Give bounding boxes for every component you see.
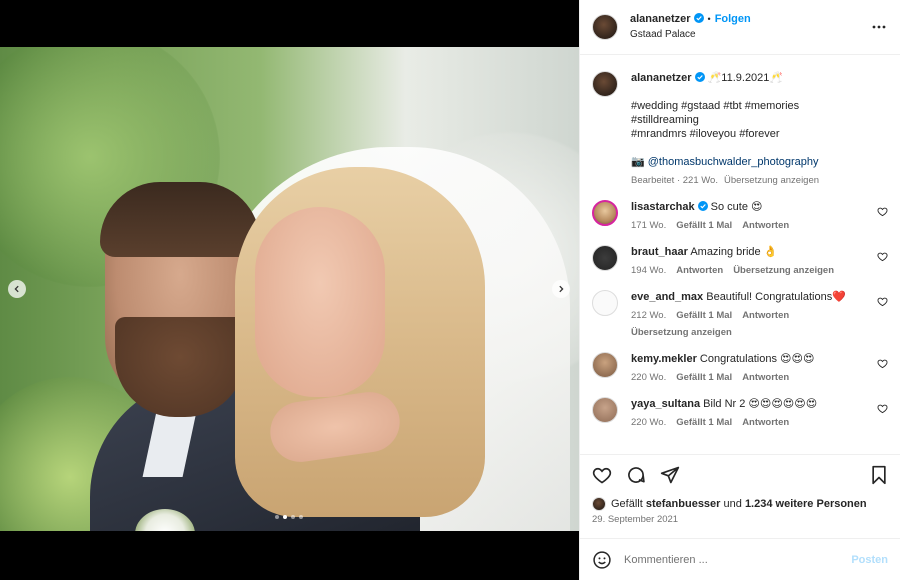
post-action-bar [580,454,900,494]
like-comment-heart-icon[interactable] [877,403,888,414]
comment-text: So cute 😍 [710,201,763,213]
save-button[interactable] [870,465,888,485]
comment-username[interactable]: kemy.mekler [631,353,697,365]
verified-badge-icon [694,72,705,82]
camera-emoji: 📷 [631,156,645,168]
comment-age: 194 Wo. [631,265,667,276]
carousel-dot [275,515,279,519]
comment-text: Congratulations 😍😍😍 [699,353,815,365]
more-options-icon[interactable] [872,20,886,34]
caption-hashtags-line-1[interactable]: #wedding #gstaad #tbt #memories #stilldr… [631,99,866,127]
post-location[interactable]: Gstaad Palace [630,27,751,42]
like-comment-heart-icon[interactable] [877,358,888,369]
likes-prefix: Gefällt [611,498,643,510]
caption-hashtags-line-2[interactable]: #mrandmrs #iloveyou #forever [631,127,866,141]
comment-input[interactable] [624,553,852,566]
comment-reply-button[interactable]: Antworten [742,310,789,321]
comment-reply-button[interactable]: Antworten [676,265,723,276]
paper-plane-icon [660,466,680,483]
heart-icon [592,467,612,483]
comment-translate-link[interactable]: Übersetzung anzeigen [631,327,866,338]
post-date: 29. September 2021 [592,514,679,525]
liker-avatar [592,497,606,511]
post-side-panel: alananetzer • Folgen Gstaad Palace alanane… [579,0,900,580]
comment-reply-button[interactable]: Antworten [742,220,789,231]
comment-text: Amazing bride 👌 [690,246,778,258]
comment-text: Bild Nr 2 😍😍😍😍😍😍 [703,398,818,410]
instagram-post-view: alananetzer • Folgen Gstaad Palace alanane… [0,0,900,580]
verified-badge-icon [697,201,708,211]
comment-likes-link[interactable]: Gefällt 1 Mal [676,372,732,383]
comment-age: 220 Wo. [631,417,667,428]
comment-reply-button[interactable]: Antworten [742,417,789,428]
carousel-dot [283,515,287,519]
comment-username[interactable]: eve_and_max [631,291,703,303]
commenter-avatar[interactable] [592,352,618,378]
chevron-right-icon [559,285,564,293]
comment-age: 220 Wo. [631,372,667,383]
comment-age: 212 Wo. [631,310,667,321]
verified-badge-icon [693,13,704,23]
header-separator: • [707,14,711,24]
commenter-avatar[interactable] [592,245,618,271]
comment-reply-button[interactable]: Antworten [742,372,789,383]
like-comment-heart-icon[interactable] [877,296,888,307]
caption-edited-meta: Bearbeitet · 221 Wo. [631,175,718,186]
like-comment-heart-icon[interactable] [877,251,888,262]
post-header: alananetzer • Folgen Gstaad Palace [580,0,900,55]
post-comment-button[interactable]: Posten [851,554,888,566]
comment-likes-link[interactable]: Gefällt 1 Mal [676,417,732,428]
post-photo[interactable] [0,47,579,531]
comment-button[interactable] [626,465,646,485]
photo-bride-face [255,207,385,397]
like-button[interactable] [592,465,612,485]
commenter-avatar[interactable] [592,397,618,423]
comment-bubble-icon [628,466,645,483]
comments-list: alananetzer 🥂11.9.2021🥂 #wedding #gstaad… [580,55,900,454]
author-avatar[interactable] [592,14,618,40]
comment-row: kemy.mekler Congratulations 😍😍😍 220 Wo. G… [592,352,888,383]
likes-summary[interactable]: Gefällt stefanbuesser und 1.234 weitere … [580,494,900,514]
carousel-dot [299,515,303,519]
carousel-indicator [275,515,303,519]
caption-username[interactable]: alananetzer [631,72,692,84]
liker-username[interactable]: stefanbuesser [646,498,721,510]
follow-button[interactable]: Folgen [715,13,751,25]
photo-groom-hair [100,182,260,257]
author-username[interactable]: alananetzer [630,13,691,25]
carousel-dot [291,515,295,519]
share-button[interactable] [660,465,680,485]
comment-text: Beautiful! Congratulations❤️ [706,291,846,303]
comment-username[interactable]: lisastarchak [631,201,695,213]
comment-likes-link[interactable]: Gefällt 1 Mal [676,310,732,321]
caption-author-avatar[interactable] [592,71,618,97]
like-comment-heart-icon[interactable] [877,206,888,217]
commenter-avatar[interactable] [592,200,618,226]
commenter-avatar[interactable] [592,290,618,316]
comment-row: lisastarchak So cute 😍 171 Wo. Gefällt 1 … [592,200,888,231]
caption-text: 🥂11.9.2021🥂 [707,72,784,84]
comment-username[interactable]: yaya_sultana [631,398,700,410]
comment-translate-link[interactable]: Übersetzung anzeigen [733,265,834,276]
photographer-mention[interactable]: @thomasbuchwalder_photography [648,156,819,168]
post-caption: alananetzer 🥂11.9.2021🥂 #wedding #gstaad… [592,71,888,186]
media-panel [0,0,579,580]
comment-age: 171 Wo. [631,220,667,231]
comment-row: braut_haar Amazing bride 👌 194 Wo. Antwor… [592,245,888,276]
carousel-prev-button[interactable] [8,280,26,298]
comment-row: eve_and_max Beautiful! Congratulations❤️… [592,290,888,338]
comment-row: yaya_sultana Bild Nr 2 😍😍😍😍😍😍 220 Wo. Gef… [592,397,888,428]
likes-middle: und [723,498,742,510]
comment-username[interactable]: braut_haar [631,246,688,258]
chevron-left-icon [14,285,19,293]
emoji-icon[interactable] [592,550,612,570]
comment-likes-link[interactable]: Gefällt 1 Mal [676,220,732,231]
comment-composer: Posten [580,538,900,580]
carousel-next-button[interactable] [552,280,570,298]
bookmark-icon [872,465,886,484]
likes-others-link[interactable]: 1.234 weitere Personen [745,498,867,510]
caption-translate-link[interactable]: Übersetzung anzeigen [724,175,819,186]
